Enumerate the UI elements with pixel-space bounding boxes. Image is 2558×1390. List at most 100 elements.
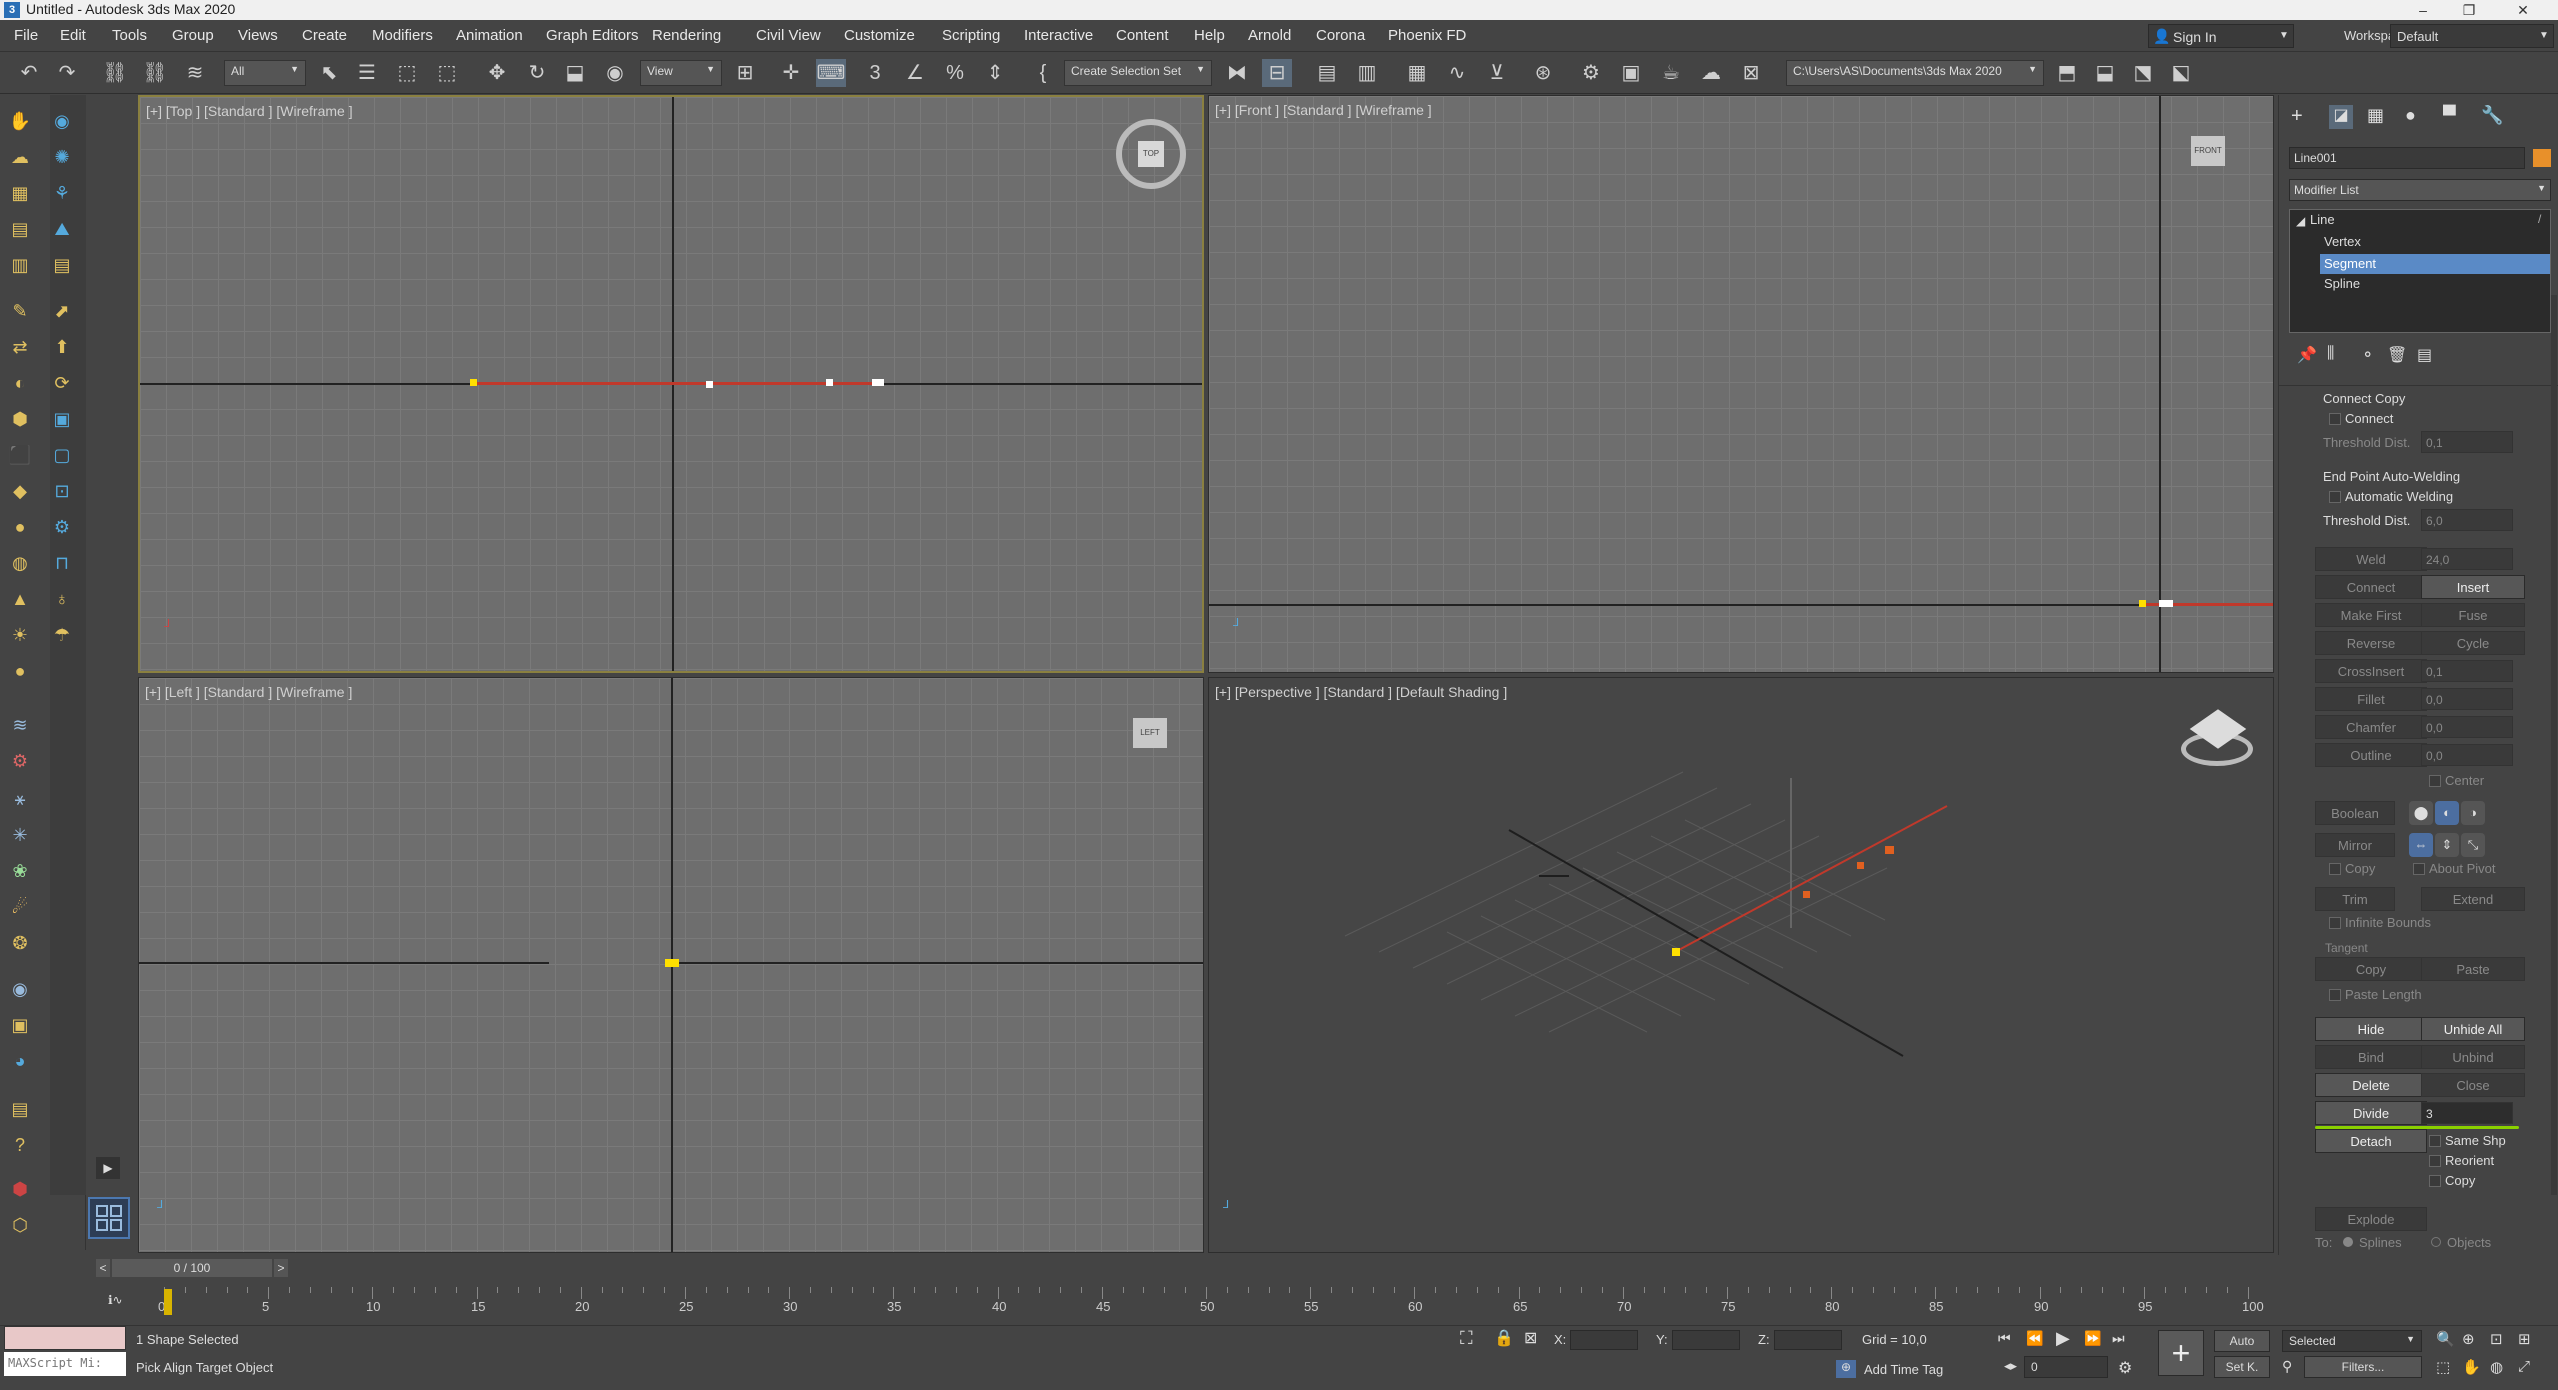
stack-expand-icon[interactable]: ◢ <box>2296 214 2305 228</box>
tool-icon[interactable]: ❀ <box>6 857 34 885</box>
tool-icon[interactable]: ⬡ <box>6 1211 34 1239</box>
tool-icon[interactable]: ⬢ <box>6 405 34 433</box>
project-icon[interactable]: ⬒ <box>2052 59 2082 87</box>
weld-spinner[interactable]: 24,0 <box>2421 548 2513 570</box>
make-first-button[interactable]: Make First <box>2315 603 2427 627</box>
infinite-bounds-checkbox[interactable] <box>2329 917 2341 929</box>
viewcube-compass-icon[interactable]: TOP <box>1116 119 1186 189</box>
boolean-intersect-icon[interactable]: ◑ <box>2461 801 2485 825</box>
time-tag-icon[interactable]: ⊕ <box>1836 1360 1856 1378</box>
vertex[interactable] <box>872 379 884 386</box>
spline-segment[interactable] <box>472 382 880 385</box>
tool-icon[interactable]: ⊓ <box>48 549 76 577</box>
y-coord-field[interactable] <box>1672 1330 1740 1350</box>
fillet-button[interactable]: Fillet <box>2315 687 2427 711</box>
hierarchy-tab-icon[interactable]: ▦ <box>2367 105 2384 126</box>
pin-stack-icon[interactable]: 📌 <box>2297 345 2317 365</box>
menu-group[interactable]: Group <box>172 27 214 44</box>
workspace-dropdown[interactable]: Default ▼ <box>2390 24 2554 48</box>
select-object-icon[interactable]: ⬉ <box>314 59 344 87</box>
tool-icon[interactable]: ⚙ <box>6 747 34 775</box>
same-shape-checkbox[interactable] <box>2429 1135 2441 1147</box>
tool-icon[interactable]: ⚙ <box>48 513 76 541</box>
chamfer-button[interactable]: Chamfer <box>2315 715 2427 739</box>
toggle-ribbon-icon[interactable]: ▦ <box>1402 59 1432 87</box>
undo-icon[interactable]: ↶ <box>14 59 44 87</box>
detach-copy-checkbox[interactable] <box>2429 1175 2441 1187</box>
menu-phoenix-fd[interactable]: Phoenix FD <box>1388 27 1466 44</box>
menu-create[interactable]: Create <box>302 27 347 44</box>
bind-space-warp-icon[interactable]: ≋ <box>180 59 210 87</box>
menu-arnold[interactable]: Arnold <box>1248 27 1291 44</box>
auto-key-button[interactable]: Auto <box>2214 1330 2270 1352</box>
vertex-first[interactable] <box>2139 600 2146 607</box>
select-by-name-icon[interactable]: ☰ <box>352 59 382 87</box>
vertex[interactable] <box>826 379 833 386</box>
insert-button[interactable]: Insert <box>2421 575 2525 599</box>
zoom-all-icon[interactable]: ⊕ <box>2462 1330 2475 1348</box>
render-cloud-icon[interactable]: ☁ <box>1696 59 1726 87</box>
tool-icon[interactable]: ❂ <box>6 929 34 957</box>
tool-icon[interactable]: ☂ <box>48 621 76 649</box>
tool-icon[interactable]: ▣ <box>6 1011 34 1039</box>
vertex-first[interactable] <box>665 959 679 967</box>
tool-icon[interactable]: ⬆ <box>48 333 76 361</box>
key-mode-toggle-icon[interactable]: ⚲ <box>2282 1358 2292 1375</box>
trim-button[interactable]: Trim <box>2315 887 2395 911</box>
viewcube-icon[interactable]: FRONT <box>2191 136 2225 166</box>
time-slider[interactable]: 0 / 100 <box>112 1259 272 1277</box>
key-filters-button[interactable]: Filters... <box>2304 1356 2422 1378</box>
viewport-label[interactable]: [+] [Front ] [Standard ] [Wireframe ] <box>1215 102 1432 118</box>
keyboard-shortcut-override-icon[interactable]: ⌨ <box>816 59 846 87</box>
viewport-perspective[interactable]: [+] [Perspective ] [Standard ] [Default … <box>1208 677 2274 1253</box>
modify-tab-icon[interactable]: ◪ <box>2329 105 2353 129</box>
project-icon-3[interactable]: ⬔ <box>2128 59 2158 87</box>
pivot-center-icon[interactable]: ⊞ <box>730 59 760 87</box>
tool-icon[interactable]: ▤ <box>48 251 76 279</box>
stack-item-line[interactable]: Line <box>2310 212 2335 227</box>
redo-icon[interactable]: ↷ <box>52 59 82 87</box>
weld-threshold-spinner[interactable]: 6,0 <box>2421 509 2513 531</box>
menu-animation[interactable]: Animation <box>456 27 523 44</box>
tangent-copy-button[interactable]: Copy <box>2315 957 2427 981</box>
paste-length-checkbox[interactable] <box>2329 989 2341 1001</box>
curve-editor-icon[interactable]: ∿ <box>1442 59 1472 87</box>
selection-filter-dropdown[interactable]: All ▼ <box>224 60 306 86</box>
stack-item-vertex[interactable]: Vertex <box>2324 234 2361 249</box>
boolean-union-icon[interactable]: ⬤ <box>2409 801 2433 825</box>
connect-checkbox[interactable] <box>2329 413 2341 425</box>
project-icon-4[interactable]: ⬕ <box>2166 59 2196 87</box>
time-config-icon[interactable]: ⚙ <box>2118 1358 2132 1378</box>
x-coord-field[interactable] <box>1570 1330 1638 1350</box>
automatic-welding-checkbox[interactable] <box>2329 491 2341 503</box>
menu-modifiers[interactable]: Modifiers <box>372 27 433 44</box>
hide-button[interactable]: Hide <box>2315 1017 2427 1041</box>
splines-radio[interactable] <box>2343 1237 2353 1247</box>
material-editor-icon[interactable]: ⊛ <box>1528 59 1558 87</box>
utilities-tab-icon[interactable]: 🔧 <box>2481 105 2503 126</box>
tool-icon[interactable]: ▤ <box>6 1095 34 1123</box>
menu-graph-editors[interactable]: Graph Editors <box>546 27 639 44</box>
about-pivot-checkbox[interactable] <box>2413 863 2425 875</box>
panel-scrollbar[interactable] <box>2551 295 2557 1195</box>
display-tab-icon[interactable]: ▀ <box>2443 105 2456 126</box>
project-folder-dropdown[interactable]: C:\Users\AS\Documents\3ds Max 2020 ▼ <box>1786 60 2044 86</box>
mirror-vertical-icon[interactable]: ⇕ <box>2435 833 2459 857</box>
boolean-button[interactable]: Boolean <box>2315 801 2395 825</box>
configure-modifier-sets-icon[interactable]: ▤ <box>2417 345 2432 365</box>
menu-help[interactable]: Help <box>1194 27 1225 44</box>
scene-explorer-icon[interactable]: ▤ <box>1312 59 1342 87</box>
unlink-icon[interactable]: ⛓ <box>140 59 170 87</box>
curve-editor-mini-icon[interactable]: ℹ∿ <box>108 1293 123 1307</box>
tool-icon[interactable]: ▥ <box>6 251 34 279</box>
current-frame-field[interactable]: 0 <box>2024 1356 2108 1378</box>
tool-icon[interactable]: ⚹ <box>6 785 34 813</box>
fuse-button[interactable]: Fuse <box>2421 603 2525 627</box>
previous-frame-icon[interactable]: ⏪ <box>2026 1330 2043 1347</box>
boolean-subtract-icon[interactable]: ◐ <box>2435 801 2459 825</box>
menu-content[interactable]: Content <box>1116 27 1169 44</box>
viewport-label[interactable]: [+] [Perspective ] [Standard ] [Default … <box>1215 684 1507 700</box>
tool-icon[interactable]: ⚘ <box>48 179 76 207</box>
object-name-field[interactable]: Line001 <box>2289 147 2525 169</box>
spinner-snap-icon[interactable]: ⇕ <box>980 59 1010 87</box>
